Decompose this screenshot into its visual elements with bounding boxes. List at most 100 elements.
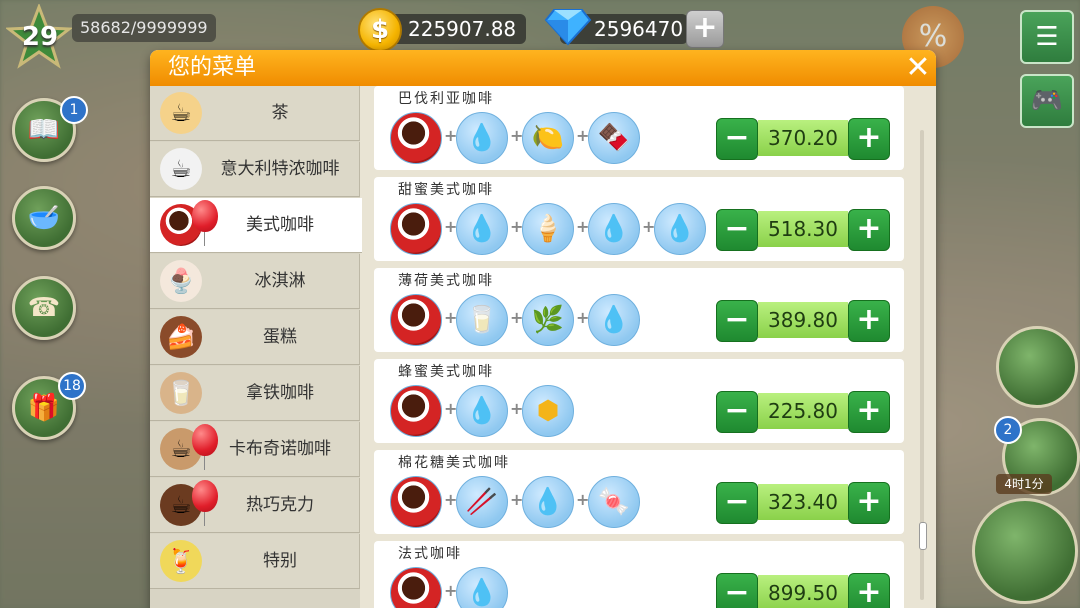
recipe-item: 蜂蜜美式咖啡 + 💧 + ⬢ −225.80 + (374, 359, 904, 443)
category-latte[interactable]: 🥛 拿铁咖啡 (150, 366, 360, 421)
red-cup-icon (390, 476, 442, 528)
recipe-item: 甜蜜美式咖啡 + 💧 + 🍦 + 💧 + 💧 −518.30 + (374, 177, 904, 261)
recipe-item: 法式咖啡 + 💧 −899.50 + (374, 541, 904, 608)
order-timer: 4时1分 (996, 474, 1052, 494)
category-list: ☕ 茶 ☕ 意大利特浓咖啡 美式咖啡 🍨 冰淇淋 🍰 蛋糕 🥛 拿铁咖啡 ☕ 卡布奇诺咖啡 ☕ 热巧克力 🍹 特… (150, 86, 362, 608)
close-button[interactable]: ✕ (902, 52, 934, 84)
gamepad-icon: 🎮 (1030, 86, 1064, 116)
price-stepper: −225.80 + (716, 391, 890, 433)
increase-price-button[interactable]: + (848, 118, 890, 160)
recipe-list: 巴伐利亚咖啡 + 💧 + 🍋 + 🍫 −370.20 + 甜蜜美式咖啡 + 💧 + 🍦 + 💧 + 💧 −518.3… (366, 86, 936, 608)
increase-price-button[interactable]: + (848, 573, 890, 608)
recipe-name: 棉花糖美式咖啡 (398, 455, 510, 471)
cinnamon-icon: 🥢 (456, 476, 508, 528)
whipped-cream-icon: 🍦 (522, 203, 574, 255)
category-ice-cream[interactable]: 🍨 冰淇淋 (150, 254, 360, 309)
xp-counter: 58682/9999999 (72, 14, 216, 42)
decrease-price-button[interactable]: − (716, 573, 758, 608)
cash-register-button[interactable] (972, 498, 1078, 604)
category-cappuccino[interactable]: ☕ 卡布奇诺咖啡 (150, 422, 360, 477)
recipe-name: 巴伐利亚咖啡 (398, 91, 494, 107)
price-stepper: −323.40 + (716, 482, 890, 524)
category-espresso-cup[interactable]: ☕ 意大利特浓咖啡 (150, 142, 360, 197)
category-hot-chocolate[interactable]: ☕ 热巧克力 (150, 478, 360, 533)
price-value: 370.20 (758, 120, 848, 156)
decrease-price-button[interactable]: − (716, 209, 758, 251)
menu-list-button[interactable]: ☰ (1020, 10, 1074, 64)
recipe-name: 法式咖啡 (398, 546, 462, 562)
buy-gems-button[interactable]: + (686, 10, 724, 48)
new-balloon-icon (192, 424, 218, 470)
price-stepper: −518.30 + (716, 209, 890, 251)
lemon-icon: 🍋 (522, 112, 574, 164)
milk-pitcher-icon: 🥛 (456, 294, 508, 346)
increase-price-button[interactable]: + (848, 300, 890, 342)
yellow-drop-icon: 💧 (588, 294, 640, 346)
decrease-price-button[interactable]: − (716, 482, 758, 524)
category-label: 茶 (271, 103, 289, 123)
category-americano-cup[interactable]: 美式咖啡 (150, 198, 362, 253)
scrollbar-thumb[interactable] (919, 522, 927, 550)
recipe-name: 甜蜜美式咖啡 (398, 182, 494, 198)
category-label: 意大利特浓咖啡 (220, 159, 340, 179)
recipe-name: 蜂蜜美式咖啡 (398, 364, 494, 380)
ingredients-button[interactable]: 🥣 (12, 186, 76, 250)
new-balloon-icon (192, 200, 218, 246)
increase-price-button[interactable]: + (848, 391, 890, 433)
recipe-item: 巴伐利亚咖啡 + 💧 + 🍋 + 🍫 −370.20 + (374, 86, 904, 170)
recipe-item: 棉花糖美式咖啡 + 🥢 + 💧 + 🍬 −323.40 + (374, 450, 904, 534)
sack-icon: 🥣 (27, 203, 61, 233)
coffee-drop-icon: 💧 (456, 112, 508, 164)
orange-drop-icon: 💧 (588, 203, 640, 255)
diamond-icon (544, 9, 592, 46)
chocolate-icon: 🍫 (588, 112, 640, 164)
decrease-price-button[interactable]: − (716, 118, 758, 160)
price-value: 225.80 (758, 393, 848, 429)
decrease-price-button[interactable]: − (716, 300, 758, 342)
recipe-item: 薄荷美式咖啡 + 🥛 + 🌿 + 💧 −389.80 + (374, 268, 904, 352)
menu-dialog: 您的菜单 ✕ ☕ 茶 ☕ 意大利特浓咖啡 美式咖啡 🍨 冰淇淋 🍰 蛋糕 🥛 拿铁咖啡 ☕ 卡布奇诺咖啡… (150, 50, 936, 608)
price-value: 389.80 (758, 302, 848, 338)
price-value: 323.40 (758, 484, 848, 520)
category-label: 拿铁咖啡 (246, 383, 314, 403)
phone-button[interactable]: ☎ (12, 276, 76, 340)
recipe-name: 薄荷美式咖啡 (398, 273, 494, 289)
increase-price-button[interactable]: + (848, 209, 890, 251)
coffee-drop-icon: 💧 (456, 203, 508, 255)
decrease-price-button[interactable]: − (716, 391, 758, 433)
yellow-drop-icon: 💧 (654, 203, 706, 255)
category-label: 特别 (263, 551, 297, 571)
coffee-drop-icon: 💧 (456, 385, 508, 437)
recipe-book-badge: 1 (60, 96, 88, 124)
category-cake[interactable]: 🍰 蛋糕 (150, 310, 360, 365)
dialog-title: 您的菜单 (168, 55, 257, 80)
mint-icon: 🌿 (522, 294, 574, 346)
category-label: 美式咖啡 (246, 215, 314, 235)
red-cup-icon (390, 294, 442, 346)
games-button[interactable]: 🎮 (1020, 74, 1074, 128)
category-special-drink[interactable]: 🍹 特别 (150, 534, 360, 589)
gem-amount: 2596470 (594, 17, 684, 41)
list-icon: ☰ (1035, 22, 1059, 52)
coin-icon: $ (358, 8, 402, 52)
category-label: 卡布奇诺咖啡 (229, 439, 331, 459)
ice-cream-icon: 🍨 (160, 260, 202, 302)
category-label: 蛋糕 (263, 327, 297, 347)
category-label: 热巧克力 (246, 495, 314, 515)
red-cup-icon (390, 385, 442, 437)
price-stepper: −370.20 + (716, 118, 890, 160)
espresso-cup-icon: ☕ (160, 148, 202, 190)
red-cup-icon (390, 112, 442, 164)
map-button[interactable] (996, 326, 1078, 408)
special-drink-icon: 🍹 (160, 540, 202, 582)
price-value: 899.50 (758, 575, 848, 608)
level-number: 29 (21, 22, 59, 52)
dialog-header: 您的菜单 ✕ (150, 50, 936, 86)
honeycomb-icon: ⬢ (522, 385, 574, 437)
coin-amount: 225907.88 (408, 17, 517, 41)
cake-icon: 🍰 (160, 316, 202, 358)
marshmallow-icon: 🍬 (588, 476, 640, 528)
increase-price-button[interactable]: + (848, 482, 890, 524)
price-stepper: −899.50 + (716, 573, 890, 608)
category-tea-cup[interactable]: ☕ 茶 (150, 86, 360, 141)
